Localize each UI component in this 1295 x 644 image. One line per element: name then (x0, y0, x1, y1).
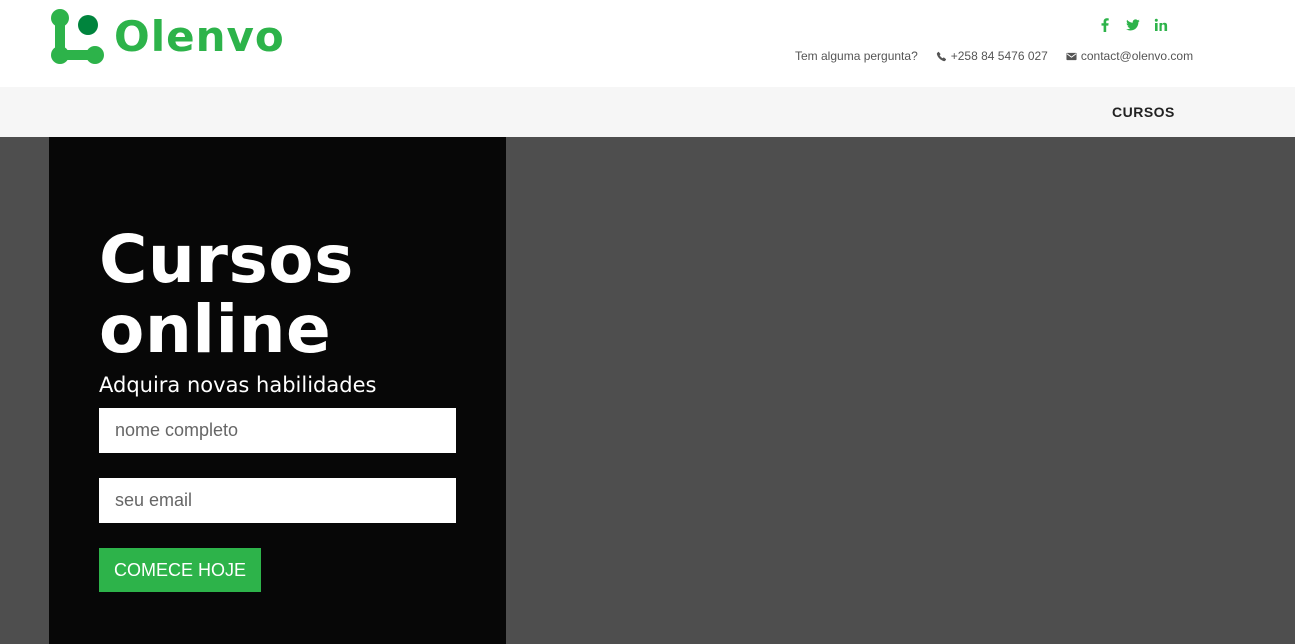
signup-panel: Cursos online Adquira novas habilidades … (49, 137, 506, 644)
social-links (1098, 15, 1168, 35)
hero-title-line-1: Cursos (99, 221, 354, 298)
full-name-input[interactable] (99, 408, 456, 453)
facebook-icon (1101, 18, 1109, 32)
linkedin-link[interactable] (1154, 15, 1168, 35)
envelope-icon (1066, 52, 1077, 60)
twitter-icon (1126, 19, 1140, 31)
brand-name: Olenvo (114, 12, 285, 61)
logo-network-icon (51, 9, 104, 64)
phone-icon (936, 51, 946, 61)
twitter-link[interactable] (1126, 15, 1140, 35)
contact-bar: Tem alguma pergunta? +258 84 5476 027 co… (795, 49, 1193, 63)
facebook-link[interactable] (1098, 15, 1112, 35)
hero-title-line-2: online (99, 291, 332, 368)
hero-title: Cursos online (99, 225, 479, 365)
email-input[interactable] (99, 478, 456, 523)
linkedin-icon (1154, 18, 1168, 31)
contact-question: Tem alguma pergunta? (795, 49, 918, 63)
site-logo[interactable]: Olenvo (48, 8, 285, 66)
phone-link[interactable]: +258 84 5476 027 (936, 49, 1048, 63)
nav-item-cursos[interactable]: CURSOS (1112, 104, 1175, 120)
email-address: contact@olenvo.com (1080, 49, 1194, 63)
hero-subtitle: Adquira novas habilidades (99, 373, 377, 397)
hero-section: Cursos online Adquira novas habilidades … (0, 137, 1295, 644)
main-navigation: CURSOS (0, 87, 1295, 137)
site-header: Olenvo Tem alguma pergunta? +258 84 5476… (0, 0, 1295, 87)
phone-number: +258 84 5476 027 (950, 49, 1048, 63)
page: Olenvo Tem alguma pergunta? +258 84 5476… (0, 0, 1295, 644)
email-link[interactable]: contact@olenvo.com (1066, 49, 1193, 63)
start-today-button[interactable]: COMECE HOJE (99, 548, 261, 592)
